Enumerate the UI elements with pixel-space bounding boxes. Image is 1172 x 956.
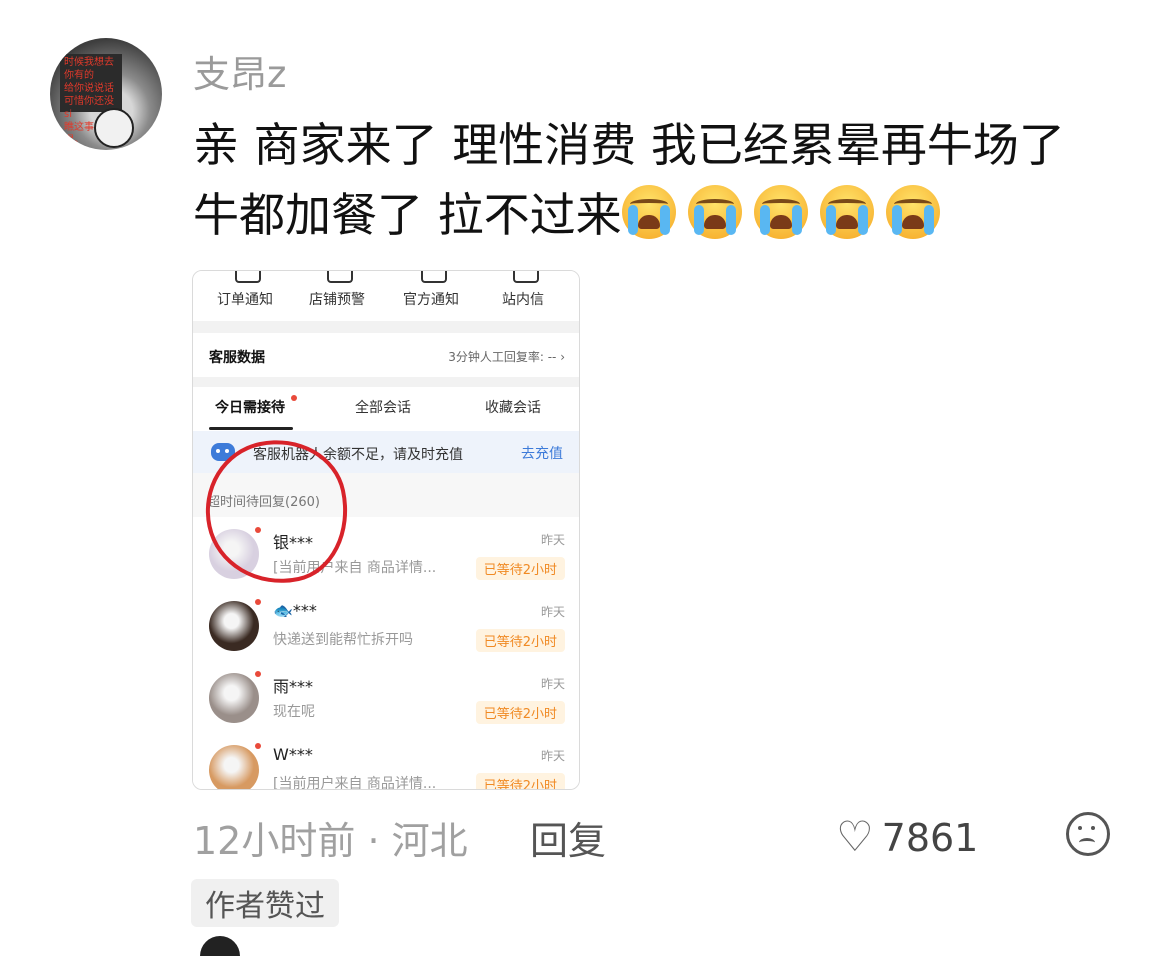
chat-time: 昨天 (540, 533, 565, 547)
recharge-link: 去充值 (521, 446, 563, 462)
unread-dot (255, 671, 261, 677)
chat-name: 🐟*** (273, 601, 317, 620)
tab-active-indicator (209, 427, 293, 430)
order-notice-icon (235, 271, 261, 283)
chat-preview: [当前用户来自 商品详情... (273, 776, 437, 790)
chat-time: 昨天 (540, 749, 565, 763)
author-liked-tag: 作者赞过 (191, 879, 339, 927)
shop-warning-label: 店铺预警 (309, 292, 365, 308)
loudly-crying-face-icon (621, 185, 676, 239)
icon-row: 订单通知 店铺预警 官方通知 站内信 (193, 271, 579, 321)
tab-favorites: 收藏会话 (485, 400, 541, 416)
comment-text: 亲 商家来了 理性消费 我已经累晕再牛场了 牛都加餐了 拉不过来 (193, 110, 1123, 250)
service-title: 客服数据 (209, 350, 265, 366)
user-avatar[interactable]: 时候我想去你有的 给你说说话 可惜你还没si 瞧这事闹得。 (50, 38, 162, 150)
like-count: 7861 (881, 816, 979, 860)
divider (193, 377, 579, 387)
loudly-crying-face-icon (819, 185, 874, 239)
chat-item: 🐟*** 快递送到能帮忙拆开吗 昨天 已等待2小时 (193, 589, 579, 662)
tab-unread-dot (291, 395, 297, 401)
wait-badge: 已等待2小时 (475, 629, 565, 652)
meta-separator: · (367, 819, 380, 863)
comment-location: 河北 (391, 819, 468, 863)
chat-name: 雨*** (273, 677, 314, 696)
chat-name: W*** (273, 745, 313, 764)
avatar-sign-text: 时候我想去你有的 给你说说话 可惜你还没si 瞧这事闹得。 (60, 54, 122, 146)
shop-warning-icon (327, 271, 353, 283)
comment-meta: 12小时前 · 河北 (193, 810, 468, 865)
official-notice-icon (421, 271, 447, 283)
chat-preview: 现在呢 (273, 704, 315, 720)
service-data-row: 客服数据 3分钟人工回复率: -- › (193, 333, 579, 377)
wait-badge: 已等待2小时 (475, 557, 565, 580)
username[interactable]: 支昂z (193, 44, 286, 98)
next-comment-avatar[interactable] (200, 936, 240, 956)
comment-time: 12小时前 (193, 819, 356, 863)
service-rate: 3分钟人工回复率: -- › (448, 350, 565, 364)
chat-avatar (209, 745, 259, 789)
wait-badge: 已等待2小时 (475, 701, 565, 724)
chat-preview: 快递送到能帮忙拆开吗 (273, 632, 413, 648)
chat-item: W*** [当前用户来自 商品详情... 昨天 已等待2小时 (193, 733, 579, 790)
chat-avatar (209, 673, 259, 723)
wait-badge: 已等待2小时 (475, 773, 565, 789)
reply-button[interactable]: 回复 (530, 810, 606, 865)
loudly-crying-face-icon (687, 185, 742, 239)
tab-today: 今日需接待 (215, 400, 285, 416)
heart-icon: ♡ (836, 812, 874, 861)
chat-avatar (209, 601, 259, 651)
chat-time: 昨天 (540, 605, 565, 619)
official-notice-label: 官方通知 (403, 292, 459, 308)
chat-time: 昨天 (540, 677, 565, 691)
emoji-group (621, 185, 952, 242)
order-notice-label: 订单通知 (217, 292, 273, 308)
like-button[interactable]: ♡ 7861 (836, 812, 978, 861)
inbox-icon (513, 271, 539, 283)
tab-all: 全部会话 (355, 400, 411, 416)
loudly-crying-face-icon (885, 185, 940, 239)
loudly-crying-face-icon (753, 185, 808, 239)
unread-dot (255, 599, 261, 605)
avatar-person-figure (94, 108, 134, 148)
unread-dot (255, 743, 261, 749)
chevron-right-icon: › (560, 350, 565, 364)
dislike-icon[interactable] (1066, 812, 1110, 856)
divider (193, 321, 579, 333)
chat-item: 雨*** 现在呢 昨天 已等待2小时 (193, 661, 579, 734)
inbox-label: 站内信 (502, 292, 544, 308)
